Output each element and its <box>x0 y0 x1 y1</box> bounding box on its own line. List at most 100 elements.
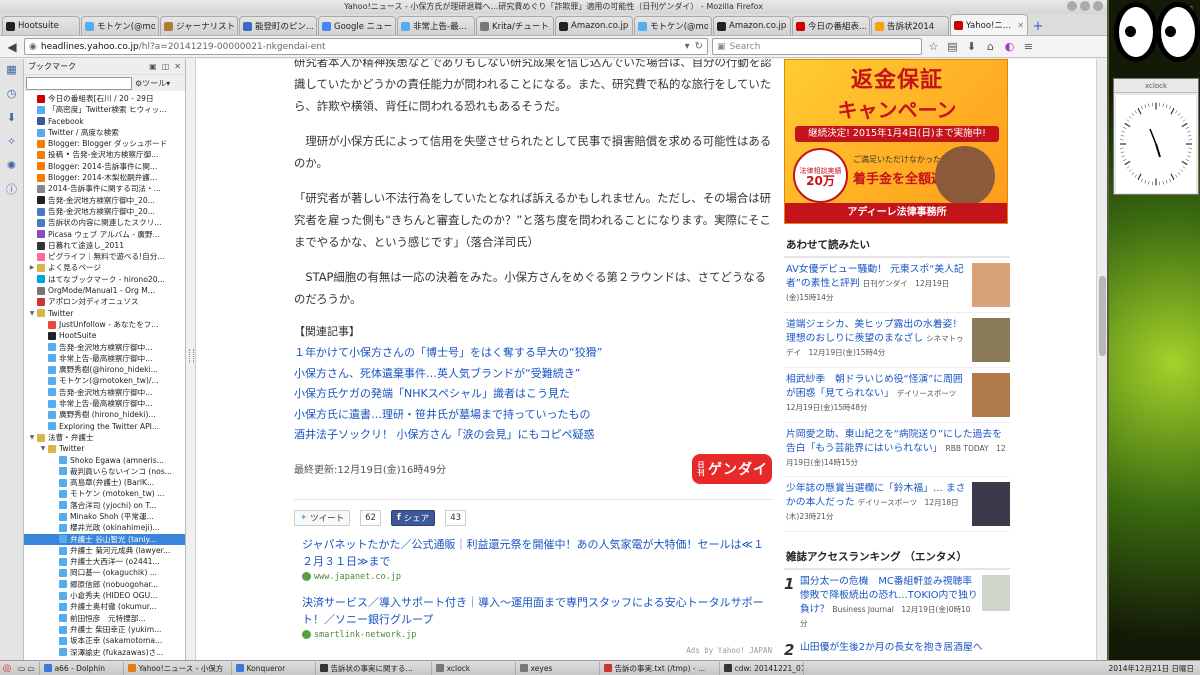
download-icon[interactable]: ⬇ <box>964 39 979 54</box>
bookmark-item[interactable]: 廣野秀樹 (hirono_hideki)... <box>24 409 185 420</box>
bookmark-item[interactable]: 前田恒彦 元特捜部... <box>24 613 185 624</box>
bookmark-item[interactable]: 高島章(弁護士) (BarlK... <box>24 477 185 488</box>
browser-tab[interactable]: Amazon.co.jp... <box>713 16 791 35</box>
bookmark-item[interactable]: Blogger: Blogger ダッシュボード <box>24 138 185 149</box>
bookmark-item[interactable]: 弁護士 柴田幸正 (yukim... <box>24 624 185 635</box>
scrollbar-thumb[interactable] <box>1099 276 1106 356</box>
bookmark-item[interactable]: HootSuite <box>24 330 185 341</box>
expanded-icon[interactable]: ▼ <box>28 432 36 443</box>
bookmark-item[interactable]: 投稿 • 告発-金沢地方検察庁御... <box>24 149 185 160</box>
facebook-share-button[interactable]: f シェア <box>390 509 436 526</box>
related-article-link[interactable]: １年かけて小保方さんの「博士号」をはく奪する早大の“狡猾” <box>294 343 772 364</box>
bookmark-item[interactable]: Facebook <box>24 116 185 127</box>
ranking-item[interactable]: 2 山田優が生後2か月の長女を抱き居酒屋へ <box>784 636 1010 660</box>
related-article-link[interactable]: 酒井法子ソックリ！ 小保方さん「涙の会見」にもコピペ疑惑 <box>294 425 772 446</box>
window-titlebar[interactable]: Yahoo!ニュース - 小保方氏が理研退職へ…研究費めぐり「詐欺罪」適用の可能… <box>0 0 1107 14</box>
bookmark-item[interactable]: 廣野秀樹(@hirono_hideki... <box>24 364 185 375</box>
reload-icon[interactable]: ↻ <box>695 41 703 52</box>
news-thumbnail[interactable] <box>972 373 1010 417</box>
bookmark-item[interactable]: JustUnfollow - あなたをフ... <box>24 319 185 330</box>
minimize-button[interactable] <box>1067 1 1077 11</box>
bookmark-item[interactable]: 弁護士大西洋一 (o2441... <box>24 556 185 567</box>
bookmark-item[interactable]: モトケン(@motoken_tw)/... <box>24 375 185 386</box>
collapsed-icon[interactable]: ▶ <box>28 262 36 273</box>
show-desktop-button[interactable]: ▭ ▭ <box>14 661 40 675</box>
bookmark-item[interactable]: 弁護士 菊河元成典 (lawyer... <box>24 545 185 556</box>
related-news-item[interactable]: 相武紗季 朝ドラいじめ役“怪演”に周囲が困惑「見てられない」 デイリースポーツ … <box>784 368 1010 423</box>
sidebar-title[interactable]: ブックマーク <box>28 61 76 72</box>
star-icon[interactable]: ☆ <box>926 39 941 54</box>
browser-tab[interactable]: モトケン(@mo... <box>81 16 159 35</box>
news-thumbnail[interactable] <box>972 318 1010 362</box>
browser-tab[interactable]: Krita/チュート... <box>476 16 554 35</box>
tab-close-icon[interactable]: ✕ <box>1015 21 1024 30</box>
page-scrollbar[interactable] <box>1096 59 1107 660</box>
bookmark-item[interactable]: 告発-金沢地方検察庁御中... <box>24 387 185 398</box>
bookmark-item[interactable]: ピグライフ｜無料で遊べる!自分... <box>24 251 185 262</box>
taskbar-clock[interactable]: 2014年12月21日 日曜日 <box>1102 663 1200 674</box>
nikkan-gendai-logo[interactable]: 日刊 ゲンダイ <box>692 453 772 484</box>
bookmark-item[interactable]: Blogger: 2014-木梨松嗣弁護... <box>24 172 185 183</box>
bookmark-item[interactable]: Shoko Egawa (amneris... <box>24 455 185 466</box>
browser-tab[interactable]: Hootsuite <box>2 16 80 35</box>
related-news-item[interactable]: 片岡愛之助、東山紀之を“病院送り”にした過去を告白「もう芸能界にはいられない」 … <box>784 423 1010 477</box>
taskbar-task[interactable]: Konqueror <box>232 661 316 675</box>
bookmark-item[interactable]: モトケン (motoken_tw) ... <box>24 488 185 499</box>
kde-menu-icon[interactable]: ◎ <box>0 661 14 675</box>
rank-title[interactable]: 山田優が生後2か月の長女を抱き居酒屋へ <box>800 642 983 653</box>
close-button[interactable] <box>1093 1 1103 11</box>
bookmark-item[interactable]: Minako Shoh (平常運... <box>24 511 185 522</box>
related-article-link[interactable]: 小保方氏ケガの発端「NHKスペシャル」識者はこう見た <box>294 384 772 405</box>
info-icon[interactable]: ⓘ <box>5 182 19 196</box>
taskbar-task[interactable]: 告訴の事実.txt (/tmp) - ... <box>600 661 720 675</box>
downloads-icon[interactable]: ⬇ <box>5 110 19 124</box>
bookmark-item[interactable]: 落合洋司 (yjochi) on T... <box>24 500 185 511</box>
maximize-button[interactable] <box>1080 1 1090 11</box>
bookmark-item[interactable]: 日暮れて途遠し_2011 <box>24 240 185 251</box>
news-thumbnail[interactable] <box>972 482 1010 526</box>
related-article-link[interactable]: 小保方さん、死体遺棄事件…英人気ブランドが“受難続き” <box>294 364 772 385</box>
dropdown-icon[interactable]: ▾ <box>685 41 690 52</box>
bookmark-folder[interactable]: ▼ 法曹・弁護士 <box>24 432 185 443</box>
bookmark-item[interactable]: 告発-金沢地方検察庁御中_20... <box>24 206 185 217</box>
browser-tab[interactable]: Yahoo!ニ... ✕ <box>950 14 1028 35</box>
bookmark-item[interactable]: 櫻井光政 (okinahimeji)... <box>24 522 185 533</box>
bookmark-item[interactable]: 坂本正幸 (sakamotoma... <box>24 635 185 646</box>
sidebar-close-icon[interactable]: ✕ <box>174 62 181 71</box>
bookmark-item[interactable]: はてなブックマーク - hirono20... <box>24 274 185 285</box>
taskbar-task[interactable]: 告訴状の事実に関する... <box>316 661 432 675</box>
bookmark-item[interactable]: アポロン対ディオニュソス <box>24 296 185 307</box>
expanded-icon[interactable]: ▼ <box>28 308 36 319</box>
bookmark-item[interactable]: 弁護士 谷山智光 (taniy... <box>24 533 185 545</box>
news-thumbnail[interactable] <box>972 263 1010 307</box>
xclock-titlebar[interactable]: xclock <box>1114 79 1198 93</box>
bookmark-item[interactable]: 深澤諭史 (fukazawas)さ... <box>24 647 185 658</box>
bookmark-item[interactable]: 裁判員いらないインコ (nos... <box>24 466 185 477</box>
ad-item[interactable]: ジャパネットたかた／公式通販｜利益還元祭を開催中！あの人気家電が大特価！セールは… <box>294 536 772 582</box>
browser-tab[interactable]: 能登町のピン... <box>239 16 317 35</box>
ad-title[interactable]: 決済サービス／導入サポート付き｜導入～運用面まで専門スタッフによる安心トータルサ… <box>302 594 772 628</box>
back-button[interactable]: ◀ <box>4 39 20 55</box>
bookmark-item[interactable]: Picasa ウェブ アルバム - 廣野... <box>24 229 185 240</box>
ad-banner[interactable]: 返金保証 キャンペーン 継続決定! 2015年1月4日(日)まで実施中! 法律相… <box>784 59 1008 224</box>
related-news-item[interactable]: 道端ジェシカ、美ヒップ露出の水着姿！理想のおしりに羨望のまなざし シネマトゥデイ… <box>784 313 1010 368</box>
xeyes-window[interactable] <box>1110 0 1200 64</box>
taskbar-task[interactable]: Yahoo!ニュース - 小保方 <box>124 661 232 675</box>
bookmark-item[interactable]: 非常上告-最高検察庁御中... <box>24 353 185 364</box>
library-icon[interactable]: ▤ <box>945 39 960 54</box>
bookmark-item[interactable]: 小倉秀夫 (HIDEO OGU... <box>24 590 185 601</box>
sidebar-options-icon[interactable]: ◫ <box>162 62 170 71</box>
settings-icon[interactable]: ✺ <box>5 158 19 172</box>
related-news-item[interactable]: 少年誌の懸賞当選欄に「鈴木福」… まさかの本人だった デイリースポーツ 12月1… <box>784 477 1010 532</box>
bookmark-item[interactable]: Twitter / 高度な検索 <box>24 127 185 138</box>
bookmark-item[interactable]: OrgMode/Manual1 - Org M... <box>24 285 185 296</box>
search-engine-icon[interactable]: ▣ <box>717 42 726 52</box>
menu-icon[interactable]: ≡ <box>1021 39 1036 54</box>
browser-tab[interactable]: 今日の番組表... <box>792 16 870 35</box>
bookmarks-sidebar-icon[interactable]: ▦ <box>5 62 19 76</box>
bookmark-item[interactable]: Exploring the Twitter API... <box>24 421 185 432</box>
tweet-button[interactable]: ✦ ツイート <box>294 509 351 526</box>
browser-tab[interactable]: ジャーナリスト... <box>160 16 238 35</box>
browser-tab[interactable]: モトケン(@mo... <box>634 16 712 35</box>
related-article-link[interactable]: 小保方氏に遺書…理研・笹井氏が墓場まで持っていったもの <box>294 405 772 426</box>
